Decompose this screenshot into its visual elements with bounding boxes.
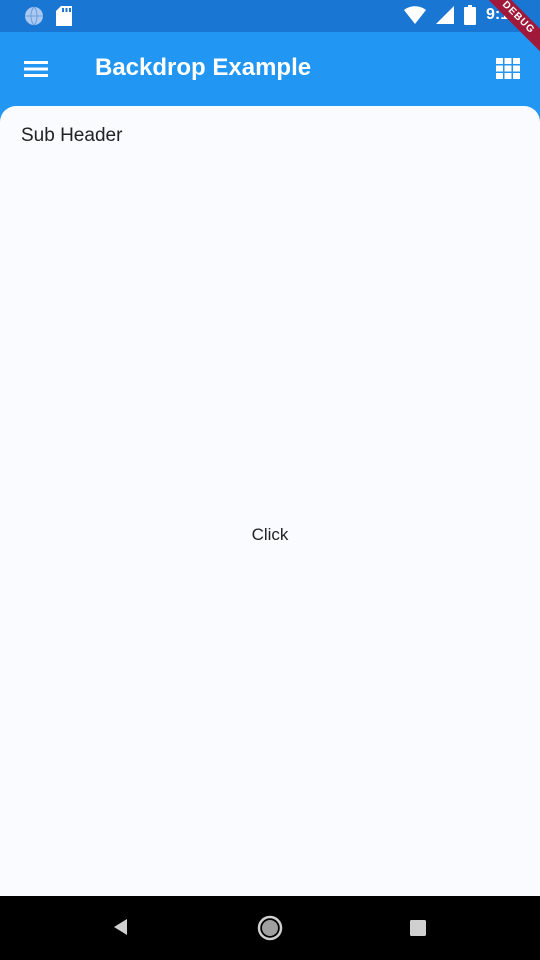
battery-icon xyxy=(463,5,476,25)
globe-icon xyxy=(25,6,43,26)
home-icon xyxy=(257,915,283,941)
status-bar: 9:15 xyxy=(0,0,540,32)
sub-header[interactable]: Sub Header xyxy=(21,125,122,147)
wifi-icon xyxy=(403,6,426,24)
recents-icon xyxy=(410,920,426,936)
sd-card-icon xyxy=(56,6,72,26)
system-nav-bar xyxy=(0,896,540,960)
app-title: Backdrop Example xyxy=(95,54,312,81)
nav-home-button[interactable] xyxy=(256,914,284,942)
menu-button[interactable] xyxy=(20,54,54,84)
status-left-icons xyxy=(24,6,72,26)
app-bar: Backdrop Example xyxy=(0,32,540,106)
nav-recents-button[interactable] xyxy=(408,918,428,938)
front-layer: Sub Header Click xyxy=(0,106,540,896)
grid-view-icon xyxy=(496,58,520,79)
back-icon xyxy=(114,919,127,935)
grid-view-button[interactable] xyxy=(492,54,524,84)
nav-back-button[interactable] xyxy=(110,916,132,938)
click-button[interactable]: Click xyxy=(230,520,310,550)
hamburger-menu-icon xyxy=(24,61,48,77)
signal-icon xyxy=(435,6,454,24)
